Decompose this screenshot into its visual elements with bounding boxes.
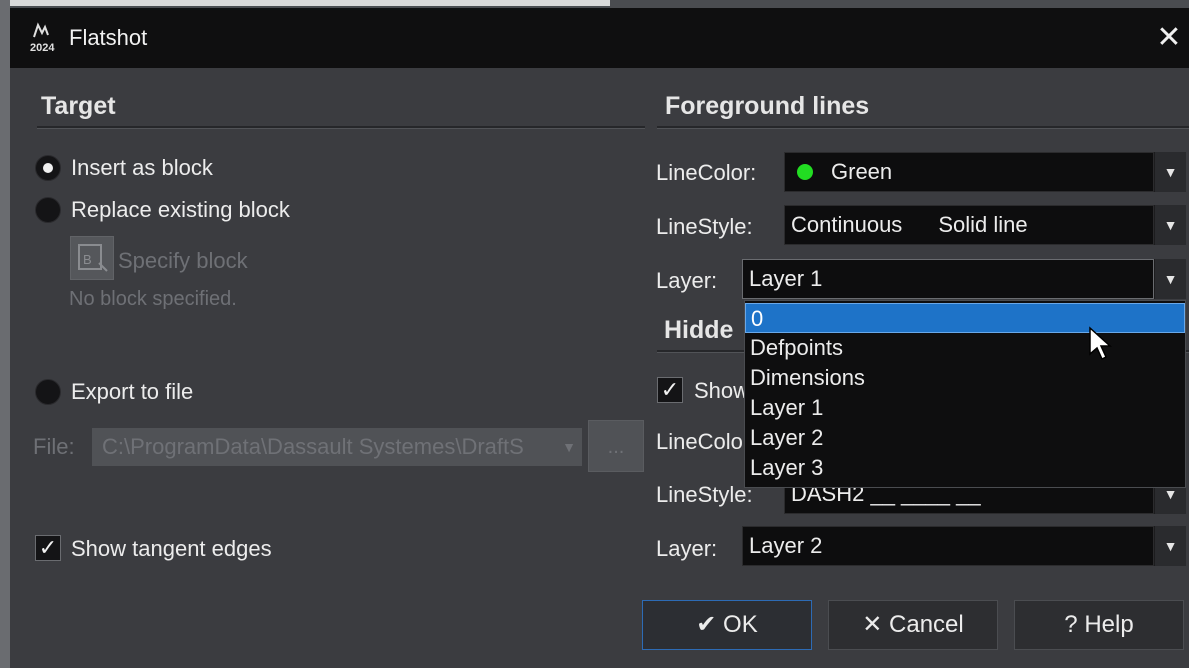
target-heading: Target: [41, 92, 116, 120]
foreground-layer-dropdown-icon[interactable]: ▼: [1154, 259, 1186, 299]
hidden-layer-select[interactable]: Layer 2: [742, 526, 1154, 566]
foreground-layer-select[interactable]: Layer 1: [742, 259, 1154, 299]
file-path-dropdown-icon[interactable]: ▼: [556, 428, 582, 466]
ok-button[interactable]: ✔ OK: [642, 600, 812, 650]
draftsight-2024-icon: 2024: [30, 22, 55, 53]
layer-option-layer-1[interactable]: Layer 1: [745, 393, 1185, 423]
title-bar: 2024 Flatshot ✕: [10, 8, 1189, 68]
show-tangent-edges-checkbox[interactable]: ✓: [35, 535, 61, 561]
cancel-icon: ✕: [862, 611, 883, 638]
replace-existing-block-label[interactable]: Replace existing block: [71, 197, 290, 223]
flatshot-dialog: 2024 Flatshot ✕ Target Insert as block R…: [10, 8, 1189, 668]
layer-option-0[interactable]: 0: [745, 303, 1185, 333]
layer-option-layer-2[interactable]: Layer 2: [745, 423, 1185, 453]
hidden-layer-label: Layer:: [656, 536, 718, 561]
replace-existing-block-radio[interactable]: [35, 197, 61, 223]
layer-dropdown-list: 0 Defpoints Dimensions Layer 1 Layer 2 L…: [744, 300, 1186, 488]
window-title: Flatshot: [69, 25, 148, 50]
check-icon: ✔: [696, 611, 717, 638]
close-icon[interactable]: ✕: [1149, 18, 1189, 58]
insert-as-block-label[interactable]: Insert as block: [71, 155, 213, 181]
foreground-linecolor-select[interactable]: Green: [784, 152, 1154, 192]
hidden-show-label[interactable]: Show: [694, 378, 749, 404]
ok-label: OK: [723, 611, 758, 638]
file-label: File:: [33, 434, 75, 459]
foreground-linestyle-value: Continuous: [791, 212, 903, 237]
target-divider: [37, 126, 645, 129]
layer-option-defpoints[interactable]: Defpoints: [745, 333, 1185, 363]
cancel-button[interactable]: ✕ Cancel: [828, 600, 998, 650]
hidden-show-checkbox[interactable]: ✓: [657, 377, 683, 403]
app-icon-year: 2024: [30, 42, 55, 53]
foreground-layer-label: Layer:: [656, 268, 718, 293]
foreground-linestyle-dropdown-icon[interactable]: ▼: [1154, 205, 1186, 245]
specify-block-button[interactable]: Specify block: [118, 248, 248, 274]
svg-text:B: B: [83, 252, 92, 267]
hidden-linecolor-label: LineColo: [656, 429, 743, 454]
green-color-swatch: [797, 164, 813, 180]
help-icon: ?: [1064, 611, 1078, 638]
foreground-linestyle-select[interactable]: Continuous Solid line: [784, 205, 1154, 245]
foreground-lines-heading: Foreground lines: [665, 92, 870, 120]
export-to-file-label[interactable]: Export to file: [71, 379, 193, 405]
background-left-strip: [0, 0, 10, 668]
insert-as-block-radio[interactable]: [35, 155, 61, 181]
help-button[interactable]: ? Help: [1014, 600, 1184, 650]
layer-option-dimensions[interactable]: Dimensions: [745, 363, 1185, 393]
foreground-divider: [657, 126, 1189, 129]
file-path-input[interactable]: C:\ProgramData\Dassault Systemes\DraftS: [92, 428, 582, 466]
browse-button[interactable]: ...: [588, 420, 644, 472]
show-tangent-edges-label[interactable]: Show tangent edges: [71, 536, 272, 562]
no-block-specified-text: No block specified.: [69, 288, 237, 310]
foreground-linecolor-label: LineColor:: [656, 160, 757, 185]
hidden-lines-heading: Hidde: [664, 316, 734, 344]
mouse-cursor-icon: [1089, 326, 1112, 361]
background-strip: [0, 0, 610, 6]
foreground-linecolor-dropdown-icon[interactable]: ▼: [1154, 152, 1186, 192]
hidden-layer-dropdown-icon[interactable]: ▼: [1154, 526, 1186, 566]
cancel-label: Cancel: [889, 611, 964, 638]
foreground-linestyle-description: Solid line: [938, 212, 1028, 237]
hidden-linestyle-label: LineStyle:: [656, 482, 753, 507]
foreground-linestyle-label: LineStyle:: [656, 214, 753, 239]
help-label: Help: [1084, 611, 1134, 638]
layer-option-layer-3[interactable]: Layer 3: [745, 453, 1185, 483]
foreground-linecolor-value: Green: [831, 159, 893, 184]
export-to-file-radio[interactable]: [35, 379, 61, 405]
specify-block-icon[interactable]: B: [70, 236, 114, 280]
